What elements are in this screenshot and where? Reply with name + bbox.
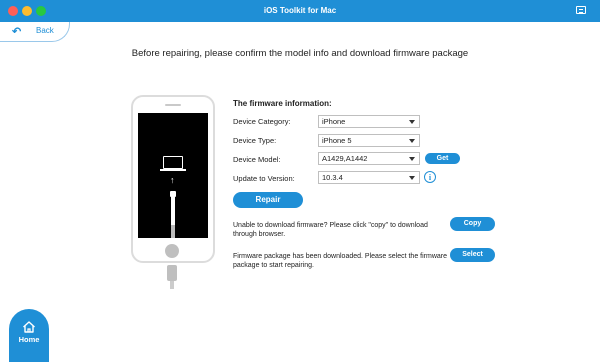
home-button[interactable]: Home bbox=[9, 309, 49, 362]
menu-icon[interactable] bbox=[576, 6, 586, 14]
copy-note: Unable to download firmware? Please clic… bbox=[233, 222, 428, 238]
device-category-label: Device Category: bbox=[233, 117, 291, 126]
cable-plug-tip bbox=[170, 281, 174, 289]
update-version-select[interactable]: 10.3.4 bbox=[318, 171, 420, 184]
cable-plug bbox=[167, 265, 177, 281]
home-icon bbox=[23, 321, 35, 333]
home-label: Home bbox=[18, 335, 40, 344]
get-button[interactable]: Get bbox=[425, 153, 460, 164]
device-category-value: iPhone bbox=[322, 117, 346, 126]
phone-screen: ↑ bbox=[138, 113, 208, 238]
iphone-illustration: ↑ bbox=[131, 95, 215, 263]
up-arrow-icon: ↑ bbox=[170, 175, 175, 185]
phone-speaker bbox=[165, 104, 181, 106]
back-label: Back bbox=[36, 26, 54, 35]
laptop-base bbox=[160, 169, 186, 171]
repair-button[interactable]: Repair bbox=[233, 192, 303, 208]
phone-home-button bbox=[165, 244, 179, 258]
chevron-down-icon bbox=[409, 139, 415, 143]
select-note: Firmware package has been downloaded. Pl… bbox=[233, 253, 448, 269]
update-version-label: Update to Version: bbox=[233, 174, 295, 183]
device-model-value: A1429,A1442 bbox=[322, 154, 368, 163]
device-type-select[interactable]: iPhone 5 bbox=[318, 134, 420, 147]
back-arrow-icon: ↶ bbox=[12, 26, 22, 38]
chevron-down-icon bbox=[409, 176, 415, 180]
device-type-label: Device Type: bbox=[233, 136, 277, 145]
plug-tip bbox=[171, 225, 175, 238]
chevron-down-icon bbox=[409, 120, 415, 124]
info-icon[interactable]: i bbox=[424, 171, 436, 183]
device-type-value: iPhone 5 bbox=[322, 136, 352, 145]
select-button[interactable]: Select bbox=[450, 248, 495, 262]
laptop-icon bbox=[163, 156, 183, 169]
window-title: iOS Toolkit for Mac bbox=[263, 6, 337, 15]
update-version-value: 10.3.4 bbox=[322, 173, 343, 182]
page-heading: Before repairing, please confirm the mod… bbox=[131, 48, 469, 59]
back-button[interactable]: ↶ Back bbox=[0, 22, 70, 42]
app-window: iOS Toolkit for Mac ↶ Back Before repair… bbox=[0, 0, 600, 362]
device-model-label: Device Model: bbox=[233, 155, 281, 164]
firmware-section-title: The firmware information: bbox=[233, 99, 332, 108]
copy-button[interactable]: Copy bbox=[450, 217, 495, 231]
device-model-select[interactable]: A1429,A1442 bbox=[318, 152, 420, 165]
title-bar: iOS Toolkit for Mac bbox=[0, 0, 600, 22]
device-category-select[interactable]: iPhone bbox=[318, 115, 420, 128]
lightning-cable-icon bbox=[171, 191, 175, 225]
chevron-down-icon bbox=[409, 157, 415, 161]
